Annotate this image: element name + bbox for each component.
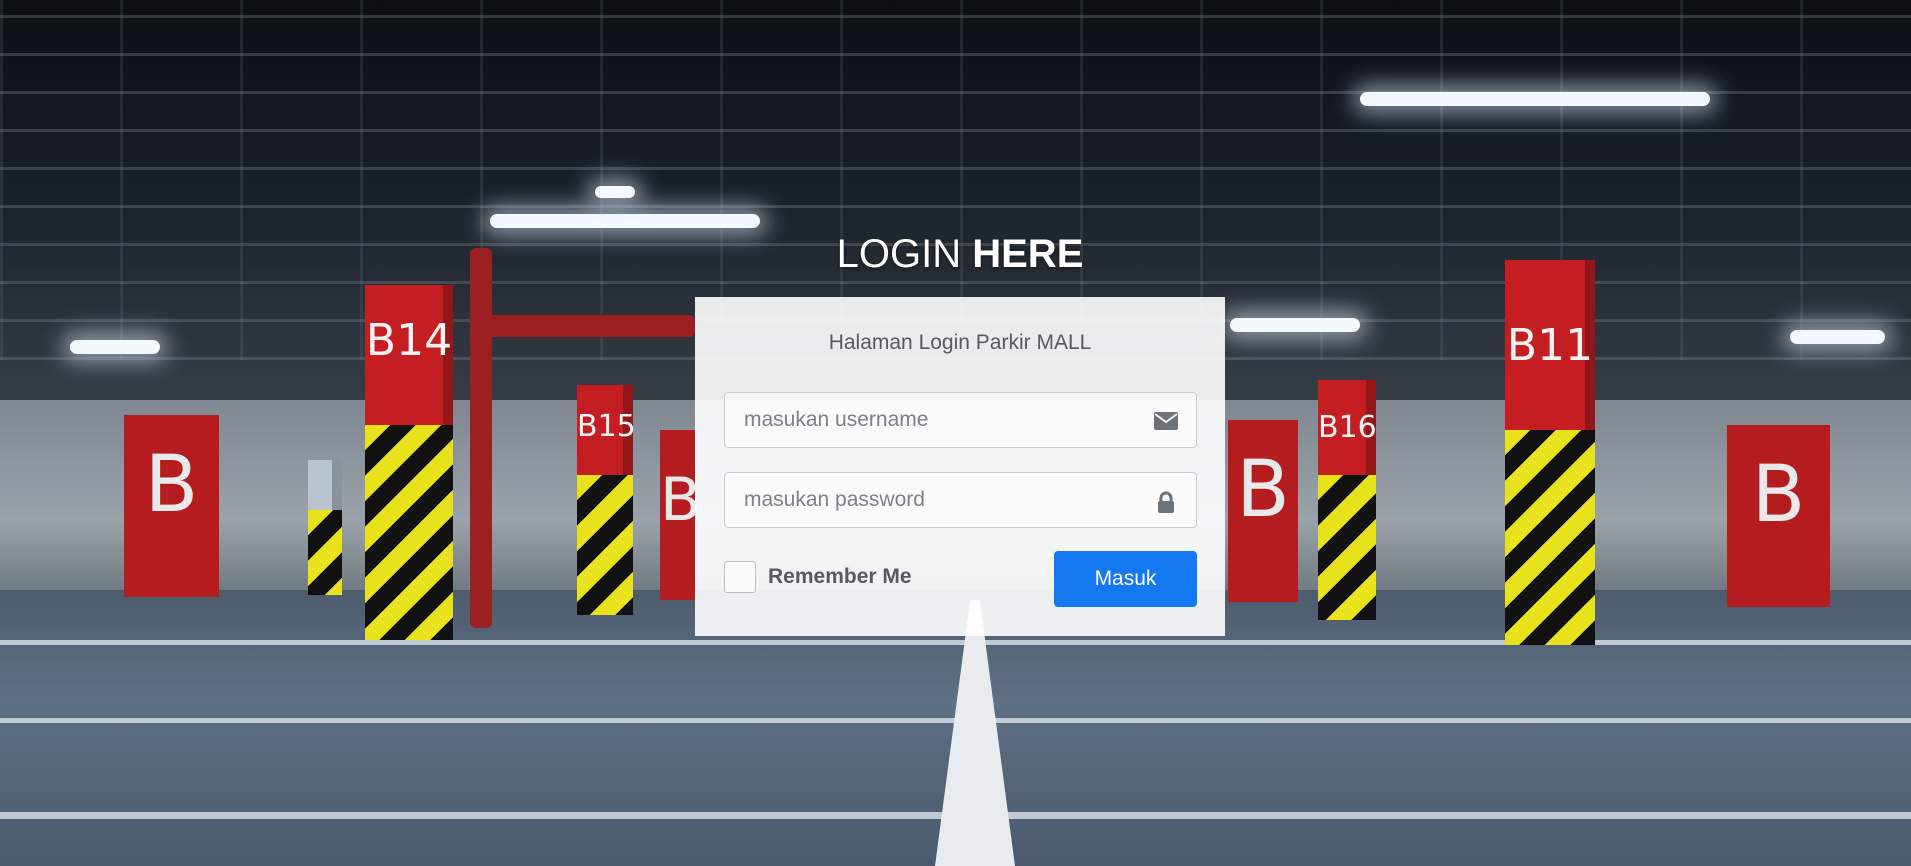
- hazard-stripes: [308, 510, 342, 595]
- pillar: B16: [1318, 380, 1377, 620]
- hazard-stripes: [365, 425, 453, 640]
- hazard-stripes: [1318, 475, 1376, 620]
- pillar-label: B15: [577, 409, 636, 444]
- login-form: Halaman Login Parkir MALL Remember Me Ma…: [695, 297, 1225, 636]
- username-field: [724, 392, 1197, 448]
- form-subtitle: Halaman Login Parkir MALL: [828, 331, 1092, 354]
- pillar: B15: [577, 385, 636, 615]
- remember-me[interactable]: Remember Me: [724, 560, 912, 594]
- login-button[interactable]: Masuk: [1054, 551, 1197, 607]
- password-field: [724, 472, 1197, 528]
- remember-me-checkbox[interactable]: [724, 561, 756, 593]
- ceiling-light: [490, 214, 760, 228]
- remember-me-label: Remember Me: [768, 565, 912, 588]
- bay-sign: B: [1228, 420, 1298, 602]
- pillar: B14: [365, 285, 453, 640]
- pillar: [308, 460, 342, 595]
- pipe: [470, 248, 492, 628]
- pillar-label: B11: [1506, 320, 1594, 371]
- pillar: B11: [1505, 260, 1595, 645]
- login-title-light: LOGIN: [836, 232, 962, 276]
- envelope-icon: [1154, 410, 1178, 432]
- username-input[interactable]: [725, 393, 1196, 447]
- bay-sign: B: [660, 430, 701, 600]
- bay-sign: B: [124, 415, 219, 597]
- login-title-bold: HERE: [972, 232, 1084, 276]
- password-input[interactable]: [725, 473, 1196, 527]
- pillar-label: B14: [365, 315, 453, 366]
- ceiling-light: [70, 340, 160, 354]
- bay-sign: B: [1727, 425, 1830, 607]
- ceiling-light: [1790, 330, 1885, 344]
- pillar-label: B16: [1318, 410, 1377, 445]
- hazard-stripes: [577, 475, 633, 615]
- login-title: LOGIN HERE: [695, 232, 1225, 277]
- ceiling-light: [1360, 92, 1710, 106]
- ceiling-light: [1230, 318, 1360, 332]
- lock-icon: [1154, 490, 1178, 513]
- hazard-stripes: [1505, 430, 1595, 645]
- pipe: [470, 315, 695, 337]
- ceiling-light: [595, 186, 635, 198]
- lane-line: [0, 640, 1911, 645]
